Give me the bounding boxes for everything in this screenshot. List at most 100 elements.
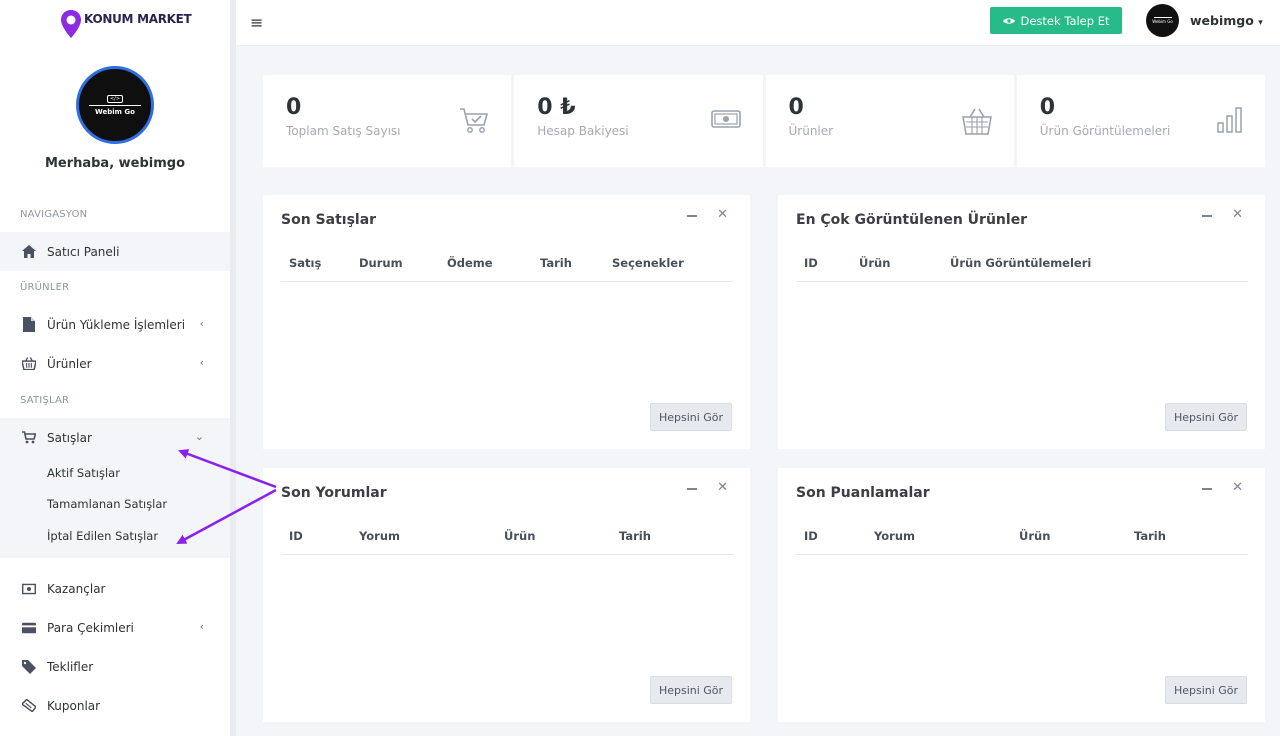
- column-header[interactable]: Tarih: [1134, 529, 1166, 543]
- table-header: Satış Durum Ödeme Tarih Seçenekler: [281, 256, 733, 282]
- submenu-item-cancelled-sales[interactable]: İptal Edilen Satışlar: [0, 520, 230, 552]
- user-menu-toggle[interactable]: webimgo ▾: [1190, 13, 1263, 28]
- chevron-down-icon: ⌄: [194, 430, 204, 443]
- chevron-left-icon: ‹: [199, 620, 204, 633]
- section-navigation: NAVIGASYON: [20, 209, 88, 220]
- column-header[interactable]: Yorum: [359, 529, 400, 543]
- table-header: ID Ürün Ürün Görüntülemeleri: [796, 256, 1248, 282]
- close-icon[interactable]: ✕: [1232, 480, 1243, 495]
- avatar-divider: [1153, 17, 1172, 18]
- column-header[interactable]: ID: [289, 529, 303, 543]
- sidebar-item-offers[interactable]: Teklifler: [0, 647, 230, 686]
- sidebar-item-label: Ürünler: [47, 356, 92, 371]
- stats-row: 0 Toplam Satış Sayısı 0 ₺ Hesap Bakiyesi…: [263, 75, 1265, 167]
- sidebar: KONUM MARKET </> Webim Go Merhaba, webim…: [0, 0, 236, 736]
- panel-title: Son Satışlar: [281, 212, 377, 228]
- money-icon: [710, 107, 741, 135]
- sidebar-item-label: Teklifler: [47, 659, 94, 674]
- column-header[interactable]: ID: [804, 529, 818, 543]
- minimize-icon[interactable]: [1202, 215, 1212, 217]
- avatar-divider: [89, 104, 141, 106]
- submenu-item-active-sales[interactable]: Aktif Satışlar: [0, 457, 230, 489]
- cart-icon: [22, 431, 36, 445]
- column-header[interactable]: Satış: [289, 256, 321, 270]
- column-header[interactable]: Yorum: [874, 529, 915, 543]
- close-icon[interactable]: ✕: [1232, 207, 1243, 222]
- support-ticket-button[interactable]: Destek Talep Et: [990, 7, 1122, 34]
- column-header[interactable]: Tarih: [619, 529, 651, 543]
- close-icon[interactable]: ✕: [717, 480, 728, 495]
- panel-title: Son Yorumlar: [281, 485, 387, 501]
- basket-icon: [22, 357, 36, 371]
- avatar-code-badge: </>: [106, 94, 124, 103]
- table-header: ID Yorum Ürün Tarih: [796, 529, 1248, 555]
- column-header[interactable]: ID: [804, 256, 818, 270]
- avatar-label: Webim Go: [95, 107, 135, 116]
- tag-icon: [22, 659, 36, 674]
- column-header[interactable]: Ürün: [504, 529, 535, 543]
- column-header[interactable]: Ürün Görüntülemeleri: [950, 256, 1091, 270]
- column-header[interactable]: Seçenekler: [612, 256, 684, 270]
- minimize-icon[interactable]: [687, 488, 697, 490]
- user-avatar-label: Webim Go: [1152, 19, 1173, 24]
- cart-icon: [459, 107, 489, 139]
- sidebar-item-sales[interactable]: Satışlar ⌄: [0, 418, 230, 457]
- column-header[interactable]: Ürün: [859, 256, 890, 270]
- greeting-text: Merhaba, webimgo: [44, 156, 186, 171]
- support-ticket-label: Destek Talep Et: [1020, 13, 1110, 28]
- panel-latest-comments: Son Yorumlar ✕ ID Yorum Ürün Tarih Hepsi…: [263, 468, 750, 722]
- sidebar-item-earnings[interactable]: Kazançlar: [0, 569, 230, 608]
- column-header[interactable]: Tarih: [540, 256, 572, 270]
- stat-total-sales: 0 Toplam Satış Sayısı: [263, 75, 512, 167]
- column-header[interactable]: Ürün: [1019, 529, 1050, 543]
- sidebar-item-label: Kazançlar: [47, 581, 106, 596]
- file-icon: [22, 317, 36, 332]
- eye-icon: [1002, 14, 1015, 28]
- panel-title: Son Puanlamalar: [796, 485, 930, 501]
- table-header: ID Yorum Ürün Tarih: [281, 529, 733, 555]
- column-header[interactable]: Durum: [359, 256, 403, 270]
- sidebar-item-label: Kuponlar: [47, 698, 101, 713]
- home-icon: [22, 245, 36, 259]
- user-avatar[interactable]: Webim Go: [1146, 4, 1179, 37]
- sales-submenu: Aktif Satışlar Tamamlanan Satışlar İptal…: [0, 457, 230, 558]
- basket-icon: [961, 107, 992, 139]
- sidebar-item-products[interactable]: Ürünler ‹: [0, 344, 230, 383]
- see-all-button[interactable]: Hepsini Gör: [650, 676, 732, 704]
- user-name: webimgo: [1190, 13, 1254, 28]
- submenu-item-completed-sales[interactable]: Tamamlanan Satışlar: [0, 489, 230, 521]
- sidebar-item-dashboard[interactable]: Satıcı Paneli: [0, 232, 230, 271]
- see-all-button[interactable]: Hepsini Gör: [1165, 403, 1247, 431]
- chevron-left-icon: ‹: [199, 317, 204, 330]
- sidebar-item-label: Para Çekimleri: [47, 620, 134, 635]
- profile-avatar: </> Webim Go: [76, 66, 154, 144]
- see-all-button[interactable]: Hepsini Gör: [650, 403, 732, 431]
- column-header[interactable]: Ödeme: [447, 256, 493, 270]
- caret-down-icon: ▾: [1258, 18, 1263, 28]
- panel-title: En Çok Görüntülenen Ürünler: [796, 212, 1028, 228]
- sidebar-item-coupons[interactable]: Kuponlar: [0, 686, 230, 725]
- minimize-icon[interactable]: [687, 215, 697, 217]
- sidebar-item-upload[interactable]: Ürün Yükleme İşlemleri ‹: [0, 305, 230, 344]
- stat-product-views: 0 Ürün Görüntülemeleri: [1016, 75, 1265, 167]
- profile-block: </> Webim Go Merhaba, webimgo: [0, 48, 230, 171]
- section-sales: SATIŞLAR: [20, 395, 70, 406]
- close-icon[interactable]: ✕: [717, 207, 728, 222]
- sidebar-item-label: Satışlar: [47, 430, 92, 445]
- sidebar-item-label: Satıcı Paneli: [47, 244, 120, 259]
- bar-chart-icon: [1217, 107, 1243, 137]
- hamburger-menu-icon[interactable]: ≡: [250, 13, 263, 32]
- panel-most-viewed: En Çok Görüntülenen Ürünler ✕ ID Ürün Ür…: [778, 195, 1265, 449]
- panel-latest-ratings: Son Puanlamalar ✕ ID Yorum Ürün Tarih He…: [778, 468, 1265, 722]
- stat-products: 0 Ürünler: [765, 75, 1014, 167]
- see-all-button[interactable]: Hepsini Gör: [1165, 676, 1247, 704]
- minimize-icon[interactable]: [1202, 488, 1212, 490]
- sidebar-item-withdrawals[interactable]: Para Çekimleri ‹: [0, 608, 230, 647]
- top-bar: ≡ Destek Talep Et Webim Go webimgo ▾: [236, 0, 1280, 46]
- money-icon: [22, 582, 36, 596]
- brand-logo[interactable]: KONUM MARKET: [0, 0, 230, 48]
- brand-name: KONUM MARKET: [84, 12, 192, 26]
- section-products: ÜRÜNLER: [20, 282, 70, 293]
- credit-card-icon: [22, 621, 36, 635]
- sidebar-item-label: Ürün Yükleme İşlemleri: [47, 317, 186, 332]
